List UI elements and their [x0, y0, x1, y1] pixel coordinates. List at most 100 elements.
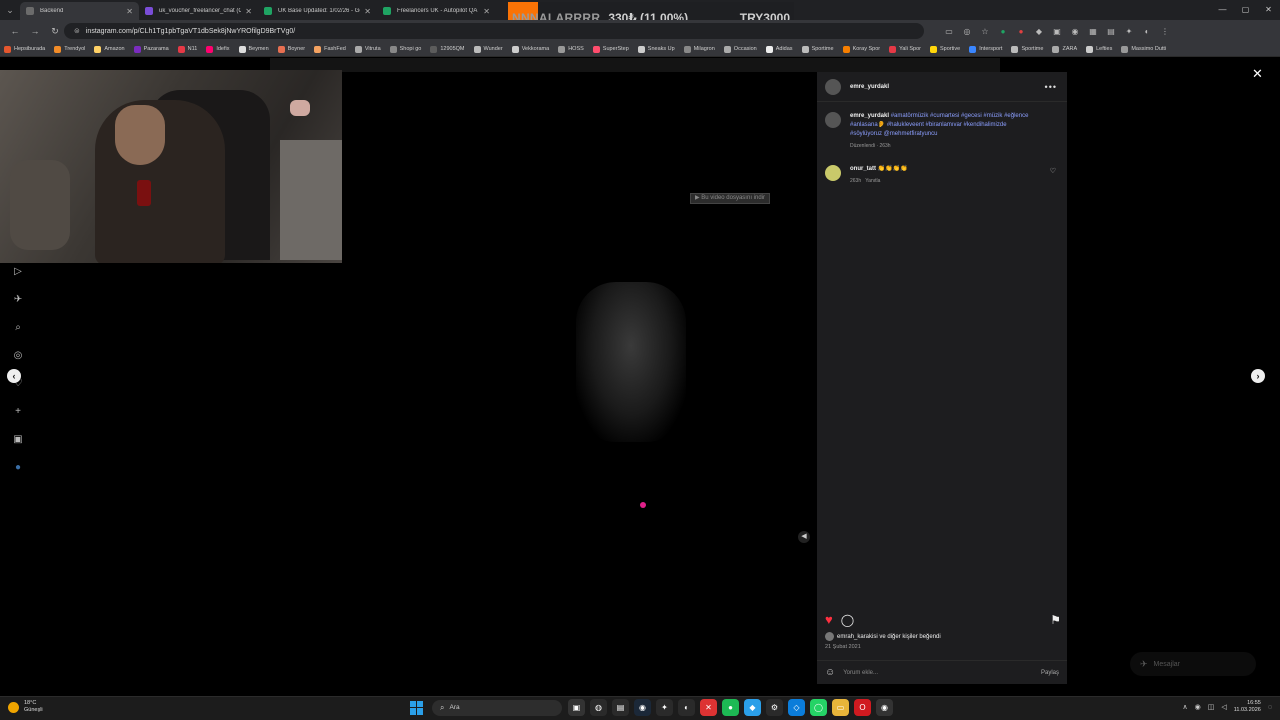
bookmark-item[interactable]: Vitruta	[354, 45, 381, 53]
tab-freelancers[interactable]: Freelancers UK - Autopilot QA ✕	[377, 2, 496, 20]
bookmark-item[interactable]: Sneaks Up	[637, 45, 675, 53]
dashboard-icon[interactable]: ▣	[0, 426, 36, 454]
likes-text[interactable]: emrah_karakisi ve diğer kişiler beğendi	[837, 634, 941, 640]
extension-icon[interactable]: ◉	[1068, 24, 1082, 38]
app-icon[interactable]: ✕	[700, 699, 717, 716]
bookmark-item[interactable]: HOSS	[558, 45, 584, 53]
forward-icon[interactable]: →	[26, 26, 44, 37]
comment-like-icon[interactable]: ♡	[1050, 167, 1056, 175]
comment-input[interactable]: Yorum ekle...	[843, 670, 878, 676]
bookmark-item[interactable]: Idefix	[206, 45, 230, 53]
like-heart-icon[interactable]: ♥	[825, 612, 833, 627]
bookmark-item[interactable]: N11	[177, 45, 197, 53]
bookmark-icon[interactable]: ⚑	[1050, 613, 1061, 627]
weather-widget[interactable]: 18°C Güneşli	[8, 700, 43, 714]
app-icon[interactable]: ✦	[656, 699, 673, 716]
bookmark-item[interactable]: Sportime	[801, 45, 834, 53]
chrome-icon[interactable]: ◉	[876, 699, 893, 716]
steam-icon[interactable]: ◉	[634, 699, 651, 716]
app-icon[interactable]: ◐	[678, 699, 695, 716]
app-icon[interactable]: ◍	[590, 699, 607, 716]
bookmark-item[interactable]: Hepsiburada	[4, 45, 45, 53]
comment-username[interactable]: onur_tatt	[850, 166, 876, 172]
volume-icon[interactable]: ◁	[1221, 703, 1226, 711]
close-modal-icon[interactable]: ✕	[1252, 66, 1263, 82]
app-icon[interactable]: ▤	[612, 699, 629, 716]
bookmark-item[interactable]: Yali Spor	[889, 45, 921, 53]
bookmark-item[interactable]: Trendyol	[54, 45, 85, 53]
bookmark-item[interactable]: Intersport	[969, 45, 1002, 53]
settings-icon[interactable]: ⚙	[766, 699, 783, 716]
bookmark-item[interactable]: Milagron	[683, 45, 715, 53]
extension-icon[interactable]: ▣	[1050, 24, 1064, 38]
emoji-icon[interactable]: ☺	[825, 667, 835, 678]
task-view-icon[interactable]: ▣	[568, 699, 585, 716]
explore-icon[interactable]: ◎	[0, 342, 36, 370]
taskbar-search[interactable]: ⌕ Ara	[432, 699, 562, 716]
search-icon[interactable]: ⌕	[0, 314, 36, 342]
bookmark-item[interactable]: Sportime	[1011, 45, 1043, 53]
tab-close-icon[interactable]: ✕	[364, 7, 371, 16]
back-icon[interactable]: ←	[6, 26, 24, 37]
reply-button[interactable]: Yanıtla	[865, 178, 880, 184]
bookmark-item[interactable]: ZARA	[1052, 45, 1077, 53]
mute-icon[interactable]: ◀	[798, 531, 810, 543]
maximize-icon[interactable]: ▢	[1234, 0, 1257, 20]
caption-username[interactable]: emre_yurdakl	[850, 113, 889, 119]
window-close-icon[interactable]: ✕	[1257, 0, 1280, 20]
bookmark-item[interactable]: Koray Spor	[842, 45, 880, 53]
post-username[interactable]: emre_yurdakl	[850, 84, 889, 90]
spotify-icon[interactable]: ●	[722, 699, 739, 716]
extension-icon[interactable]: ●	[996, 24, 1010, 38]
tray-expand-icon[interactable]: ∧	[1182, 703, 1187, 711]
windows-start-icon[interactable]	[410, 700, 424, 715]
eye-off-icon[interactable]: ◎	[960, 24, 974, 38]
tab-backend[interactable]: Backend ✕	[20, 2, 139, 20]
reload-icon[interactable]: ↻	[46, 26, 64, 37]
bookmark-item[interactable]: Vekkorama	[511, 45, 549, 53]
extension-icon[interactable]: ●	[1014, 24, 1028, 38]
cast-icon[interactable]: ▭	[942, 24, 956, 38]
bookmark-item[interactable]: Massimo Dutti	[1121, 45, 1166, 53]
download-video-tooltip[interactable]: ▶ Bu video dosyasını indir	[690, 193, 770, 204]
notification-bell-icon[interactable]: ◌	[1268, 704, 1272, 711]
app-icon[interactable]: ◇	[788, 699, 805, 716]
tab-search-icon[interactable]: ⌄	[0, 0, 20, 20]
avatar[interactable]	[825, 112, 841, 128]
address-bar[interactable]: ⊜ instagram.com/p/CLh1Tg1pbTgaVT1dbSek8j…	[64, 23, 924, 39]
avatar[interactable]	[825, 165, 841, 181]
star-icon[interactable]: ☆	[978, 24, 992, 38]
network-icon[interactable]: ◫	[1208, 703, 1215, 711]
bookmark-item[interactable]: Lefties	[1086, 45, 1112, 53]
tab-uk-base[interactable]: UK Base Updated: 1/02/26 - Go ✕	[258, 2, 377, 20]
bookmark-item[interactable]: SuperStep	[592, 45, 629, 53]
bookmark-item[interactable]: Wunder	[473, 45, 503, 53]
comment-icon[interactable]: ◯	[841, 613, 854, 627]
prev-post-icon[interactable]: ‹	[7, 369, 21, 383]
app-icon[interactable]: ◆	[744, 699, 761, 716]
profile-icon[interactable]: ◐	[1140, 24, 1154, 38]
bookmark-item[interactable]: Boyner	[277, 45, 305, 53]
tab-close-icon[interactable]: ✕	[245, 7, 252, 16]
messages-icon[interactable]: ✈	[0, 286, 36, 314]
extension-icon[interactable]: ▦	[1086, 24, 1100, 38]
bookmark-item[interactable]: Occasion	[723, 45, 757, 53]
share-button[interactable]: Paylaş	[1041, 670, 1059, 676]
bookmark-item[interactable]: Beymen	[238, 45, 269, 53]
avatar[interactable]	[825, 78, 841, 95]
puzzle-icon[interactable]: ✦	[1122, 24, 1136, 38]
create-icon[interactable]: +	[0, 398, 36, 426]
whatsapp-icon[interactable]: ◯	[810, 699, 827, 716]
bookmark-item[interactable]: FashFed	[314, 45, 346, 53]
minimize-icon[interactable]: —	[1211, 0, 1234, 20]
profile-avatar-icon[interactable]: ●	[0, 454, 36, 482]
bookmark-item[interactable]: Sportive	[930, 45, 960, 53]
bookmark-item[interactable]: Shopi go	[389, 45, 421, 53]
tab-close-icon[interactable]: ✕	[483, 7, 490, 16]
extension-icon[interactable]: ◆	[1032, 24, 1046, 38]
messages-button[interactable]: ✈ Mesajlar	[1130, 652, 1256, 676]
bookmark-item[interactable]: Adidas	[765, 45, 793, 53]
opera-icon[interactable]: O	[854, 699, 871, 716]
site-info-icon[interactable]: ⊜	[74, 27, 80, 35]
menu-dots-icon[interactable]: ⋮	[1158, 24, 1172, 38]
